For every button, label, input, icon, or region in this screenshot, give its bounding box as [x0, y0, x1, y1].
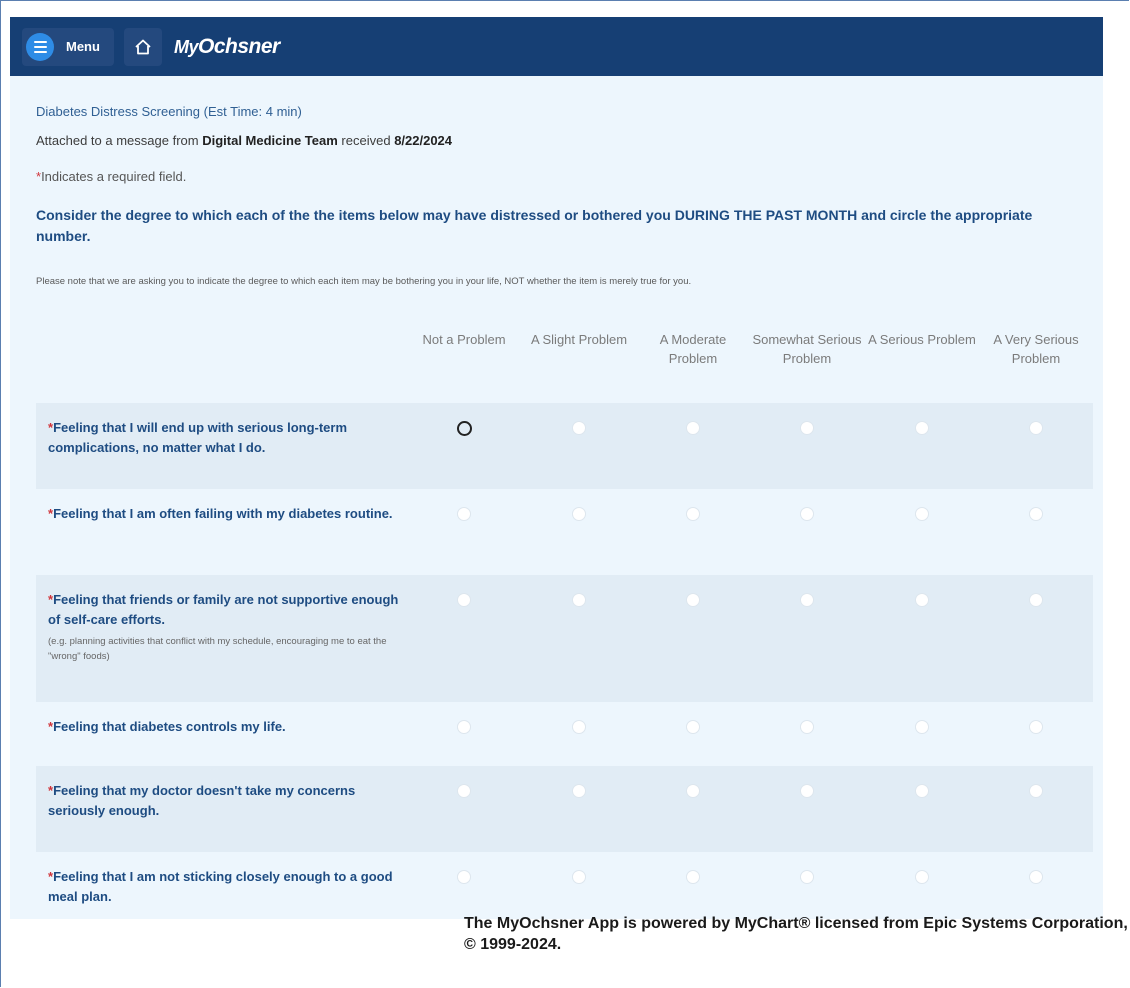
note-text: Please note that we are asking you to in… — [36, 276, 692, 287]
question-row: *Feeling that I am often failing with my… — [36, 489, 1093, 575]
answer-radio[interactable] — [572, 784, 586, 798]
answer-radio[interactable] — [1029, 421, 1043, 435]
answer-radio[interactable] — [686, 507, 700, 521]
answer-radio[interactable] — [915, 784, 929, 798]
question-label: *Feeling that I will end up with serious… — [48, 418, 408, 458]
question-label: *Feeling that I am not sticking closely … — [48, 867, 408, 907]
column-header: A Very Serious Problem — [993, 332, 1079, 366]
answer-radio[interactable] — [572, 593, 586, 607]
answer-radio[interactable] — [800, 421, 814, 435]
answer-radio[interactable] — [457, 593, 471, 607]
question-label: *Feeling that friends or family are not … — [48, 590, 408, 664]
answer-radio[interactable] — [915, 870, 929, 884]
myochsner-logo[interactable]: MyOchsner — [174, 35, 280, 59]
received-date: 8/22/2024 — [394, 133, 453, 148]
answer-radio[interactable] — [686, 870, 700, 884]
answer-radio[interactable] — [686, 421, 700, 435]
answer-radio[interactable] — [572, 507, 586, 521]
answer-radio[interactable] — [800, 507, 814, 521]
question-text: Feeling that I am not sticking closely e… — [48, 869, 393, 904]
column-header: A Moderate Problem — [659, 332, 727, 366]
question-row: *Feeling that I will end up with serious… — [36, 403, 1093, 489]
answer-radio[interactable] — [915, 593, 929, 607]
question-label: *Feeling that diabetes controls my life. — [48, 717, 408, 737]
answer-radio[interactable] — [456, 420, 472, 436]
question-text: Feeling that I will end up with serious … — [48, 420, 348, 455]
question-example: (e.g. planning activities that conflict … — [48, 636, 387, 662]
answer-radio[interactable] — [1029, 593, 1043, 607]
answer-radio[interactable] — [915, 720, 929, 734]
question-text: Feeling that I am often failing with my … — [53, 506, 393, 521]
sender-name: Digital Medicine Team — [202, 133, 338, 148]
answer-radio[interactable] — [800, 784, 814, 798]
answer-radio[interactable] — [686, 784, 700, 798]
question-row: *Feeling that friends or family are not … — [36, 575, 1093, 702]
question-row: *Feeling that my doctor doesn't take my … — [36, 766, 1093, 852]
answer-radio[interactable] — [1029, 870, 1043, 884]
hamburger-icon — [26, 32, 54, 61]
column-header: Somewhat Serious Problem — [752, 332, 862, 366]
answer-radio[interactable] — [1029, 720, 1043, 734]
column-header: A Serious Problem — [868, 332, 976, 347]
answer-radio[interactable] — [572, 720, 586, 734]
answer-radio[interactable] — [800, 593, 814, 607]
answer-radio[interactable] — [800, 720, 814, 734]
answer-radio[interactable] — [915, 421, 929, 435]
answer-radio[interactable] — [457, 507, 471, 521]
menu-button[interactable]: Menu — [22, 27, 114, 66]
home-icon — [135, 39, 151, 54]
form-title: Diabetes Distress Screening (Est Time: 4… — [36, 104, 302, 119]
answer-radio[interactable] — [572, 870, 586, 884]
question-text: Feeling that friends or family are not s… — [48, 592, 399, 627]
answer-radio[interactable] — [572, 421, 586, 435]
answer-radio[interactable] — [1029, 507, 1043, 521]
required-note: *Indicates a required field. — [36, 169, 187, 184]
instructions: Consider the degree to which each of the… — [36, 207, 1033, 244]
question-text: Feeling that my doctor doesn't take my c… — [48, 783, 356, 818]
attached-info: Attached to a message from Digital Medic… — [36, 133, 453, 148]
answer-radio[interactable] — [686, 720, 700, 734]
column-header: Not a Problem — [422, 332, 506, 347]
question-text: Feeling that diabetes controls my life. — [53, 719, 286, 734]
question-row: *Feeling that I am not sticking closely … — [36, 852, 1093, 919]
questionnaire-content: Diabetes Distress Screening (Est Time: 4… — [10, 76, 1103, 919]
question-row: *Feeling that diabetes controls my life. — [36, 702, 1093, 766]
question-label: *Feeling that I am often failing with my… — [48, 504, 408, 524]
answer-radio[interactable] — [457, 870, 471, 884]
home-button[interactable] — [124, 27, 162, 66]
answer-radio[interactable] — [457, 784, 471, 798]
answer-radio[interactable] — [686, 593, 700, 607]
menu-label: Menu — [66, 39, 100, 54]
answer-radio[interactable] — [457, 720, 471, 734]
answer-radio[interactable] — [915, 507, 929, 521]
footer-copyright: The MyOchsner App is powered by MyChart®… — [464, 915, 1128, 953]
answer-radio[interactable] — [1029, 784, 1043, 798]
question-label: *Feeling that my doctor doesn't take my … — [48, 781, 408, 821]
answer-radio[interactable] — [800, 870, 814, 884]
column-header: A Slight Problem — [530, 332, 628, 347]
app-header: Menu MyOchsner — [10, 17, 1103, 76]
